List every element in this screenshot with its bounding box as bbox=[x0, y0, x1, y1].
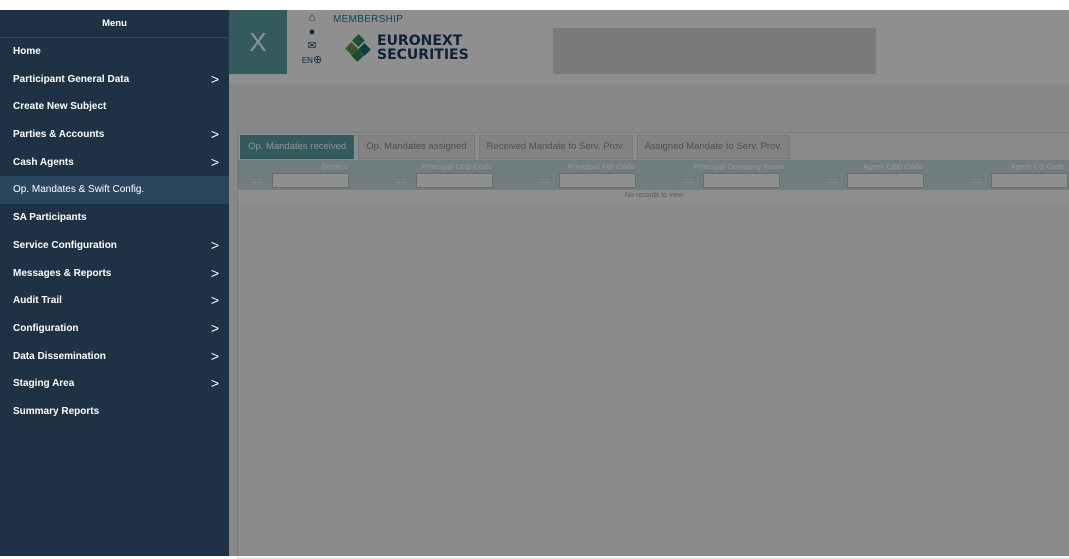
sidebar-item-sa-participants[interactable]: SA Participants bbox=[0, 204, 229, 232]
sidebar-item-label: Participant General Data bbox=[13, 73, 130, 85]
sidebar-item-label: Summary Reports bbox=[13, 405, 100, 417]
chevron-right-icon: > bbox=[210, 375, 219, 392]
sidebar-item-label: Home bbox=[13, 46, 41, 57]
sidebar-menu: Menu Home Participant General Data > Crea… bbox=[0, 10, 229, 556]
sidebar-item-data-dissemination[interactable]: Data Dissemination > bbox=[0, 343, 229, 371]
sidebar-item-label: Cash Agents bbox=[13, 156, 74, 168]
chevron-right-icon: > bbox=[210, 292, 219, 309]
sidebar-item-op-mandates-swift-config[interactable]: Op. Mandates & Swift Config. bbox=[0, 176, 229, 205]
menu-title: Menu bbox=[0, 10, 229, 38]
sidebar-item-label: Messages & Reports bbox=[13, 267, 112, 279]
sidebar-item-cash-agents[interactable]: Cash Agents > bbox=[0, 149, 229, 177]
sidebar-item-label: Create New Subject bbox=[13, 101, 107, 113]
sidebar-item-label: Audit Trail bbox=[13, 295, 62, 307]
sidebar-item-summary-reports[interactable]: Summary Reports bbox=[0, 398, 229, 426]
chevron-right-icon: > bbox=[210, 264, 219, 281]
sidebar-item-audit-trail[interactable]: Audit Trail > bbox=[0, 287, 229, 315]
chevron-right-icon: > bbox=[210, 347, 219, 364]
sidebar-item-staging-area[interactable]: Staging Area > bbox=[0, 370, 229, 398]
sidebar-item-label: Service Configuration bbox=[13, 239, 117, 251]
sidebar-item-label: Op. Mandates & Swift Config. bbox=[13, 184, 145, 196]
sidebar-item-messages-reports[interactable]: Messages & Reports > bbox=[0, 260, 229, 288]
sidebar-item-label: Parties & Accounts bbox=[13, 129, 105, 141]
sidebar-item-label: Data Dissemination bbox=[13, 350, 106, 362]
sidebar-item-create-new-subject[interactable]: Create New Subject bbox=[0, 93, 229, 121]
sidebar-item-home[interactable]: Home bbox=[0, 38, 229, 66]
sidebar-item-label: SA Participants bbox=[13, 212, 87, 224]
sidebar-item-participant-general-data[interactable]: Participant General Data > bbox=[0, 66, 229, 94]
chevron-right-icon: > bbox=[210, 70, 219, 87]
sidebar-item-configuration[interactable]: Configuration > bbox=[0, 315, 229, 343]
chevron-right-icon: > bbox=[210, 153, 219, 170]
sidebar-item-label: Configuration bbox=[13, 322, 79, 334]
sidebar-item-parties-accounts[interactable]: Parties & Accounts > bbox=[0, 121, 229, 149]
sidebar-item-label: Staging Area bbox=[13, 378, 75, 390]
chevron-right-icon: > bbox=[210, 319, 219, 336]
chevron-right-icon: > bbox=[210, 236, 219, 253]
chevron-right-icon: > bbox=[210, 126, 219, 143]
sidebar-item-service-configuration[interactable]: Service Configuration > bbox=[0, 232, 229, 260]
